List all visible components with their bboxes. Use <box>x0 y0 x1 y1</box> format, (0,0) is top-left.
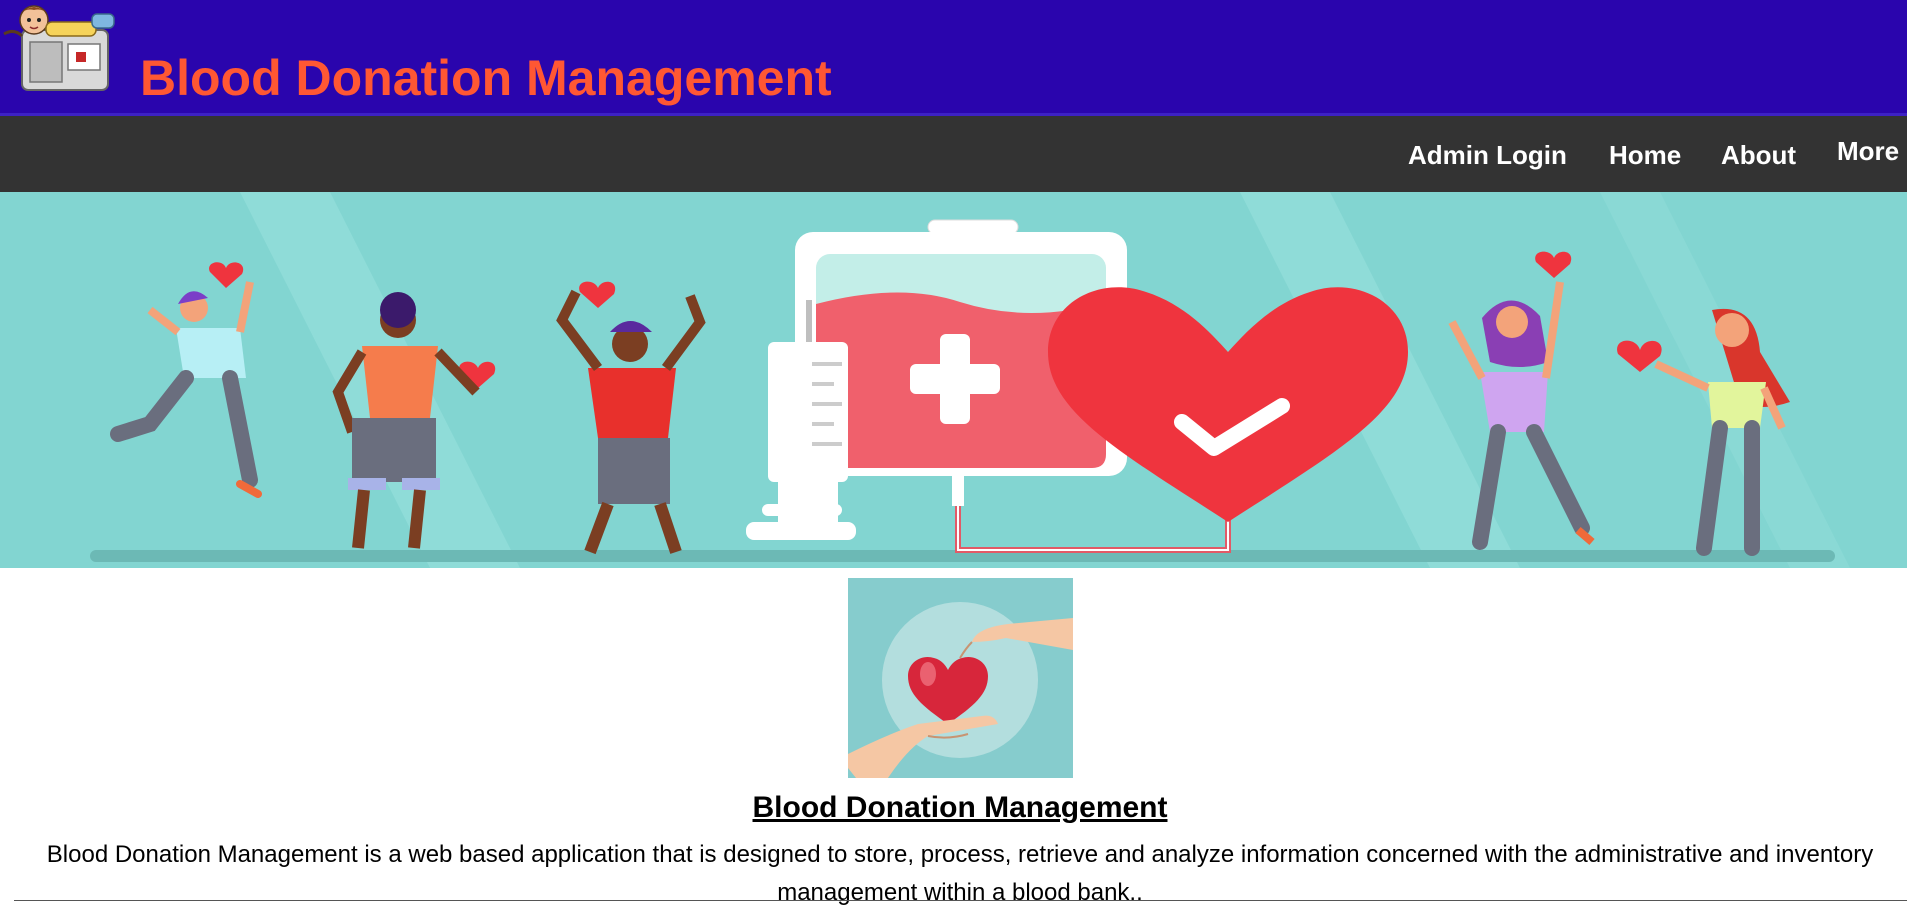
blood-donation-banner <box>90 192 1850 568</box>
site-title: Blood Donation Management <box>140 50 832 106</box>
site-header: Blood Donation Management <box>0 0 1907 116</box>
section-heading: Blood Donation Management <box>752 791 1168 824</box>
person-icon <box>556 281 706 555</box>
nav-about[interactable]: About <box>1721 140 1796 170</box>
nav-admin-login[interactable]: Admin Login <box>1408 140 1567 170</box>
nav-more[interactable]: More <box>1837 136 1899 166</box>
hero-banner <box>0 192 1907 568</box>
heart-in-hands-icon <box>848 602 1073 778</box>
top-navbar: Admin Login Home About More <box>0 116 1907 192</box>
content-thumbnail <box>848 578 1073 778</box>
heart-check-icon <box>1048 287 1408 522</box>
person-icon <box>110 262 262 498</box>
nav-home[interactable]: Home <box>1609 140 1681 170</box>
blood-donation-logo-icon <box>3 5 115 91</box>
divider <box>14 900 1907 901</box>
